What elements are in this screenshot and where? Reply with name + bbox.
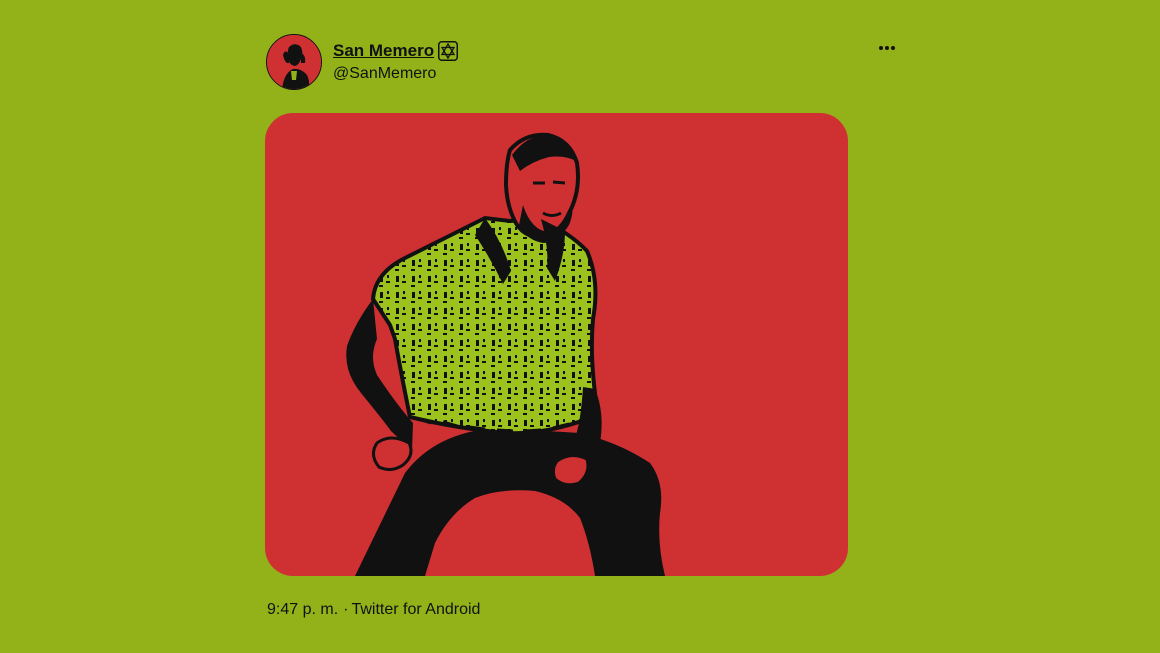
profile-avatar-icon	[267, 35, 321, 89]
photo-icon	[346, 132, 665, 576]
tweet-meta: 9:47 p. m. · Twitter for Android	[267, 599, 480, 621]
avatar[interactable]	[266, 34, 322, 90]
tweet-header: San Memero @SanMemero	[266, 34, 902, 90]
handle[interactable]: @SanMemero	[333, 64, 458, 84]
tweet-source[interactable]: Twitter for Android	[351, 601, 480, 618]
author-info: San Memero @SanMemero	[333, 41, 459, 84]
display-name[interactable]: San Memero	[333, 41, 434, 61]
timestamp[interactable]: 9:47 p. m.	[267, 601, 338, 618]
ellipsis-icon	[879, 46, 895, 50]
tweet-media[interactable]	[265, 113, 848, 576]
star-of-david-icon	[438, 41, 459, 61]
more-options-button[interactable]	[874, 41, 900, 55]
display-name-row: San Memero	[333, 41, 459, 61]
meta-separator: ·	[343, 601, 349, 618]
